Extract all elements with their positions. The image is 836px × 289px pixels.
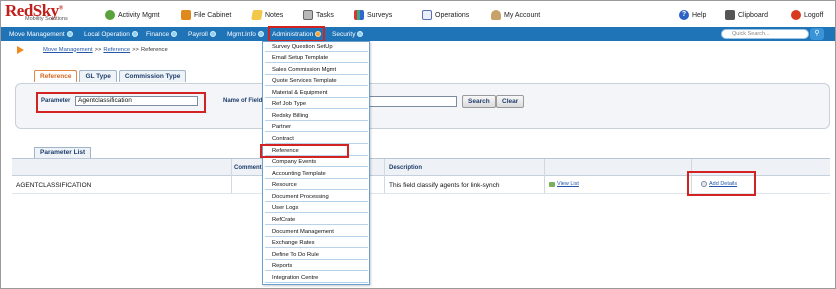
notes-icon — [251, 10, 263, 20]
menu-dropdown-icon — [209, 31, 216, 37]
nav-surveys[interactable]: Surveys — [354, 9, 392, 21]
breadcrumb-move-management[interactable]: Move Management — [43, 47, 93, 53]
menu-item-document-management[interactable]: Document Management — [265, 228, 368, 237]
tab-strip: Reference GL Type Commission Type — [34, 70, 187, 82]
name-of-field-input[interactable] — [369, 96, 457, 107]
nav-logoff[interactable]: Logoff — [791, 9, 823, 21]
file-cabinet-icon — [181, 10, 191, 20]
menu-item-quote-services-template[interactable]: Quote Services Template — [265, 77, 368, 86]
menu-item-company-events[interactable]: Company Events — [265, 158, 368, 167]
breadcrumb-current: Reference — [140, 46, 168, 53]
menu-item-accounting-template[interactable]: Accounting Template — [265, 170, 368, 179]
reference-highlight-box — [260, 144, 349, 158]
menu-dropdown-icon — [171, 31, 178, 37]
nav-notes[interactable]: Notes — [251, 9, 283, 21]
menu-item-reports[interactable]: Reports — [265, 262, 368, 271]
menu-item-resource[interactable]: Resource — [265, 181, 368, 190]
nav-tasks[interactable]: Tasks — [303, 9, 334, 21]
my-account-icon — [491, 10, 501, 20]
view-list-link[interactable]: View List — [557, 181, 579, 187]
menu-dropdown-icon — [357, 31, 364, 37]
operations-icon — [422, 10, 432, 20]
list-icon — [549, 181, 555, 187]
menu-item-refcrate[interactable]: RefCrate — [265, 216, 368, 225]
main-menu-bar: Move Management Local Operation Finance … — [1, 26, 835, 42]
tab-reference[interactable]: Reference — [34, 70, 78, 82]
menu-dropdown-icon — [315, 31, 322, 37]
nav-help[interactable]: ? Help — [679, 9, 706, 21]
tasks-icon — [303, 10, 313, 20]
clear-button[interactable]: Clear — [496, 95, 525, 108]
quick-search-button[interactable]: ⚲ — [810, 28, 824, 40]
breadcrumb-arrow-icon — [17, 45, 24, 54]
menu-item-survey-question-setup[interactable]: Survey Question SetUp — [265, 43, 368, 52]
parameter-input[interactable]: Agentclassification — [75, 96, 198, 106]
menu-item-email-setup-template[interactable]: Email Setup Template — [265, 54, 368, 63]
nav-file-cabinet[interactable]: File Cabinet — [181, 9, 231, 21]
parameter-list-tab[interactable]: Parameter List — [34, 147, 92, 158]
administration-dropdown-menu: Survey Question SetUp Email Setup Templa… — [262, 41, 370, 285]
menu-item-material-equipment[interactable]: Material & Equipment — [265, 89, 368, 98]
search-button[interactable]: Search — [462, 95, 496, 108]
nav-my-account[interactable]: My Account — [491, 9, 540, 21]
name-of-field-label: Name of Field — [223, 98, 263, 104]
column-divider — [544, 159, 545, 193]
row-parameter-cell: AGENTCLASSIFICATION — [16, 182, 92, 189]
menu-security[interactable]: Security — [332, 27, 364, 41]
activity-icon — [105, 10, 115, 20]
menu-item-integration-centre[interactable]: Integration Centre — [265, 274, 368, 283]
menu-mgmt-info[interactable]: Mgmt.Info — [227, 27, 264, 41]
menu-item-user-logs[interactable]: User Logs — [265, 204, 368, 213]
menu-move-management[interactable]: Move Management — [9, 27, 73, 41]
top-header: RedSky® Mobility Solutions Activity Mgmt… — [1, 1, 835, 27]
menu-item-define-to-do-rule[interactable]: Define To Do Rule — [265, 251, 368, 260]
view-list-link-wrap: View List — [549, 181, 579, 187]
search-icon: ⚲ — [814, 30, 820, 37]
nav-operations[interactable]: Operations — [422, 9, 469, 21]
logo-subtitle: Mobility Solutions — [25, 16, 68, 22]
menu-dropdown-icon — [257, 31, 264, 37]
logoff-icon — [791, 10, 801, 20]
add-details-link[interactable]: Add Details — [709, 181, 737, 187]
menu-item-ref-job-type[interactable]: Ref Job Type — [265, 100, 368, 109]
add-details-icon — [701, 181, 707, 187]
menu-dropdown-icon — [131, 31, 138, 37]
tab-commission-type[interactable]: Commission Type — [118, 70, 187, 82]
tab-gl-type[interactable]: GL Type — [79, 70, 117, 82]
nav-clipboard[interactable]: Clipboard — [725, 9, 768, 21]
menu-local-operation[interactable]: Local Operation — [84, 27, 138, 41]
menu-item-document-processing[interactable]: Document Processing — [265, 193, 368, 202]
redsky-logo[interactable]: RedSky® Mobility Solutions — [5, 2, 68, 23]
row-description-cell: This field classify agents for link-sync… — [389, 182, 500, 189]
menu-administration[interactable]: Administration — [268, 26, 326, 42]
parameter-label: Parameter — [41, 98, 71, 104]
add-details-link-wrap: Add Details — [701, 181, 737, 187]
clipboard-icon — [725, 10, 735, 20]
menu-item-redsky-billing[interactable]: Redsky Billing — [265, 112, 368, 121]
nav-activity-mgmt[interactable]: Activity Mgmt — [105, 9, 160, 21]
quick-search-input[interactable]: Quick Search... — [721, 29, 809, 39]
column-divider — [231, 159, 232, 193]
menu-dropdown-icon — [66, 31, 73, 37]
menu-item-partner[interactable]: Partner — [265, 123, 368, 132]
menu-item-contract[interactable]: Contract — [265, 135, 368, 144]
help-icon: ? — [679, 10, 689, 20]
column-header-comment[interactable]: Comment — [234, 165, 262, 171]
app-window: RedSky® Mobility Solutions Activity Mgmt… — [0, 0, 836, 289]
column-header-description[interactable]: Description — [389, 165, 422, 171]
column-divider — [384, 159, 385, 193]
surveys-icon — [354, 10, 364, 20]
menu-item-exchange-rates[interactable]: Exchange Rates — [265, 239, 368, 248]
breadcrumb-reference[interactable]: Reference — [103, 47, 130, 53]
menu-item-sales-commission-mgmt[interactable]: Sales Commission Mgmt — [265, 66, 368, 75]
breadcrumb: Move Management >> Reference >> Referenc… — [17, 45, 168, 54]
menu-payroll[interactable]: Payroll — [188, 27, 216, 41]
menu-finance[interactable]: Finance — [146, 27, 178, 41]
